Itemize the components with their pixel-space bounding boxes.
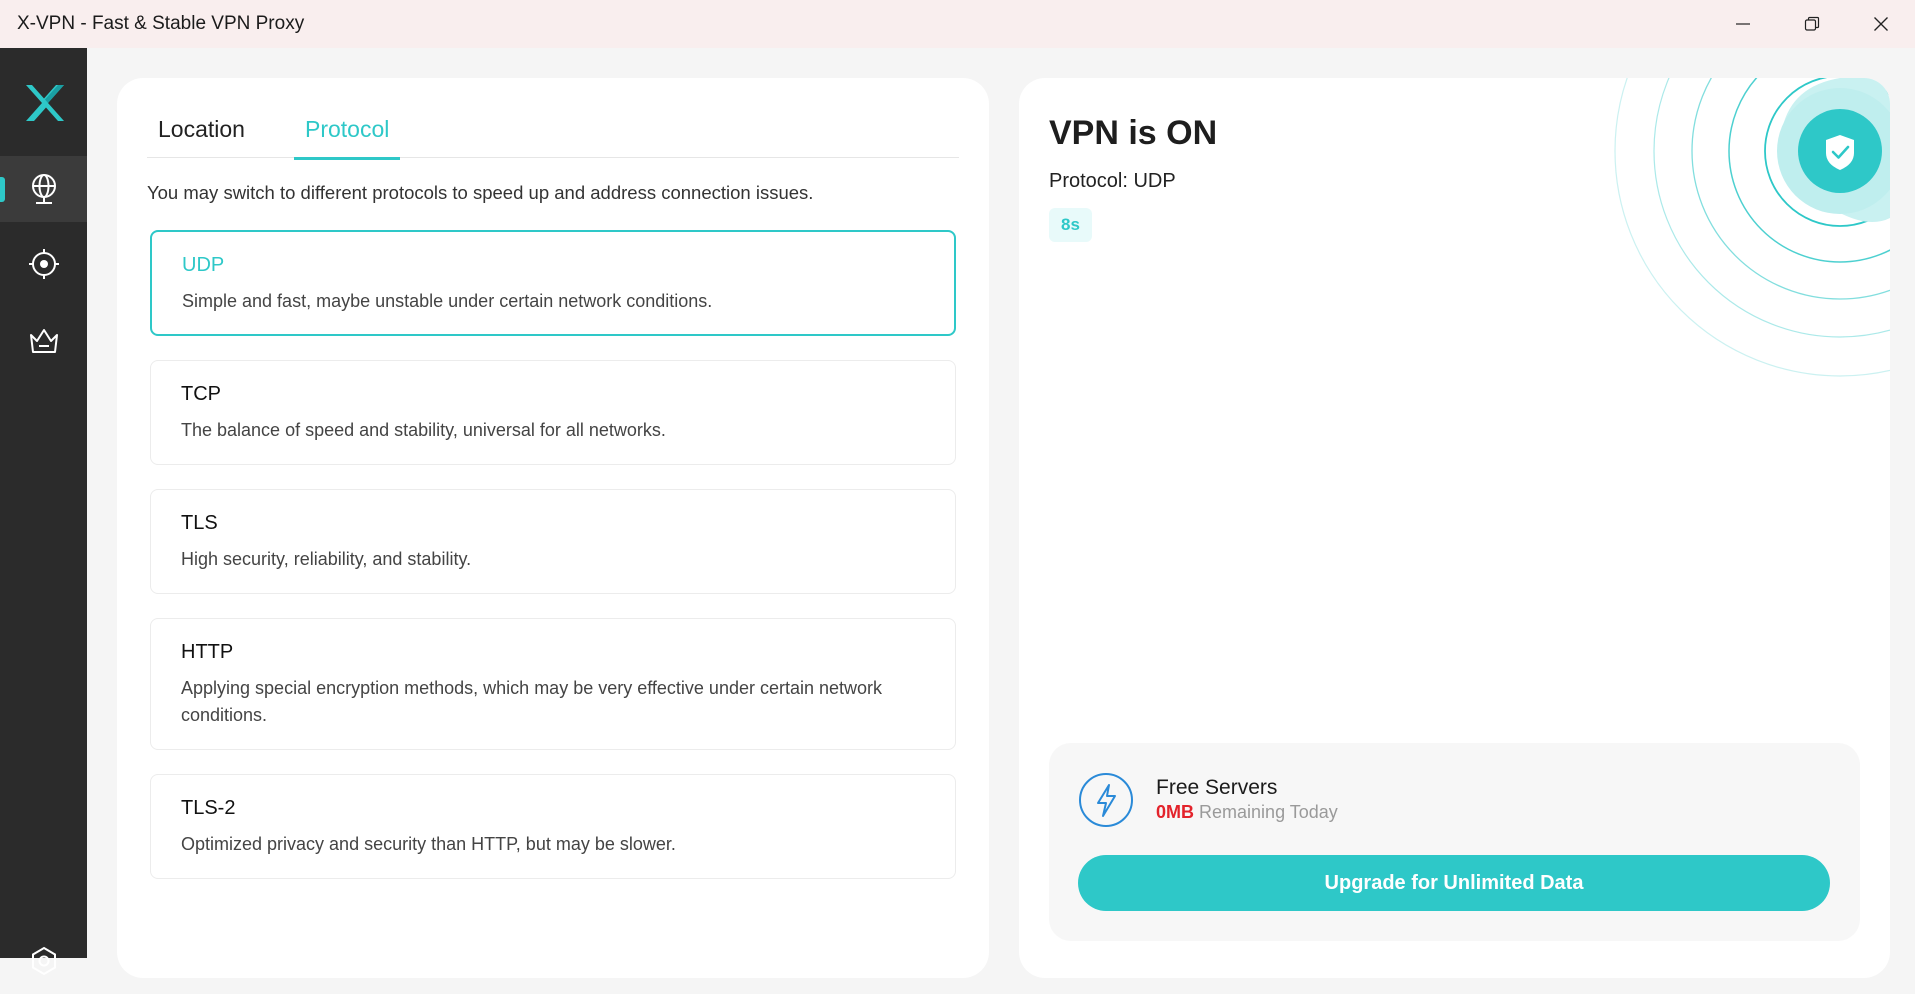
current-protocol: Protocol: UDP <box>1049 170 1176 192</box>
protocol-name: TLS-2 <box>181 797 236 819</box>
data-remaining: 0MB Remaining Today <box>1156 802 1338 823</box>
vpn-status-title: VPN is ON <box>1049 114 1218 152</box>
window-controls <box>1708 0 1915 48</box>
protocol-option-udp[interactable]: UDP Simple and fast, maybe unstable unde… <box>150 230 956 336</box>
sidebar-item-settings[interactable] <box>0 928 87 994</box>
window-title: X-VPN - Fast & Stable VPN Proxy <box>17 13 305 34</box>
protocol-hint: You may switch to different protocols to… <box>147 182 814 203</box>
globe-icon <box>31 174 56 204</box>
protocol-option-tls[interactable]: TLS High security, reliability, and stab… <box>150 489 956 594</box>
restore-icon <box>1804 16 1819 31</box>
sidebar-item-target[interactable] <box>0 231 87 297</box>
protocol-panel: Location Protocol You may switch to diff… <box>117 78 989 978</box>
protocol-name: TCP <box>181 383 221 405</box>
free-servers-title: Free Servers <box>1156 776 1278 799</box>
tab-bar: Location Protocol <box>147 78 959 160</box>
protocol-name: UDP <box>182 254 225 276</box>
sidebar-item-premium[interactable] <box>0 307 87 373</box>
close-icon <box>1873 17 1888 31</box>
protocol-description: Simple and fast, maybe unstable under ce… <box>182 291 713 311</box>
protocol-name: HTTP <box>181 641 234 663</box>
protocol-description: Optimized privacy and security than HTTP… <box>181 834 676 854</box>
remaining-label: Remaining Today <box>1199 802 1338 822</box>
sidebar-item-locations[interactable] <box>0 156 87 222</box>
settings-icon <box>31 946 56 976</box>
tab-protocol[interactable]: Protocol <box>294 116 401 160</box>
sidebar <box>0 48 87 976</box>
protocol-option-http[interactable]: HTTP Applying special encryption methods… <box>150 618 956 750</box>
lightning-icon <box>1079 773 1133 827</box>
crown-basket-icon <box>29 329 58 353</box>
target-icon <box>28 249 59 279</box>
protocol-option-tcp[interactable]: TCP The balance of speed and stability, … <box>150 360 956 465</box>
minimize-icon <box>1735 23 1750 25</box>
connection-rings-graphic <box>1614 78 1890 377</box>
connection-timer: 8s <box>1049 208 1092 242</box>
protocol-name: TLS <box>181 512 218 534</box>
protocol-description: The balance of speed and stability, univ… <box>181 420 666 440</box>
status-panel: VPN is ON Protocol: UDP 8s Free Servers … <box>1019 78 1890 978</box>
free-servers-box: Free Servers 0MB Remaining Today Upgrade… <box>1049 743 1860 941</box>
data-amount: 0MB <box>1156 802 1195 822</box>
title-bar: X-VPN - Fast & Stable VPN Proxy <box>0 0 1915 48</box>
tab-location[interactable]: Location <box>147 116 256 157</box>
x-vpn-logo[interactable] <box>22 81 66 125</box>
protocol-option-tls-2[interactable]: TLS-2 Optimized privacy and security tha… <box>150 774 956 879</box>
restore-button[interactable] <box>1777 0 1846 48</box>
upgrade-button[interactable]: Upgrade for Unlimited Data <box>1078 855 1830 911</box>
close-button[interactable] <box>1846 0 1915 48</box>
protocol-description: High security, reliability, and stabilit… <box>181 549 472 569</box>
minimize-button[interactable] <box>1708 0 1777 48</box>
protocol-description: Applying special encryption methods, whi… <box>181 678 883 725</box>
